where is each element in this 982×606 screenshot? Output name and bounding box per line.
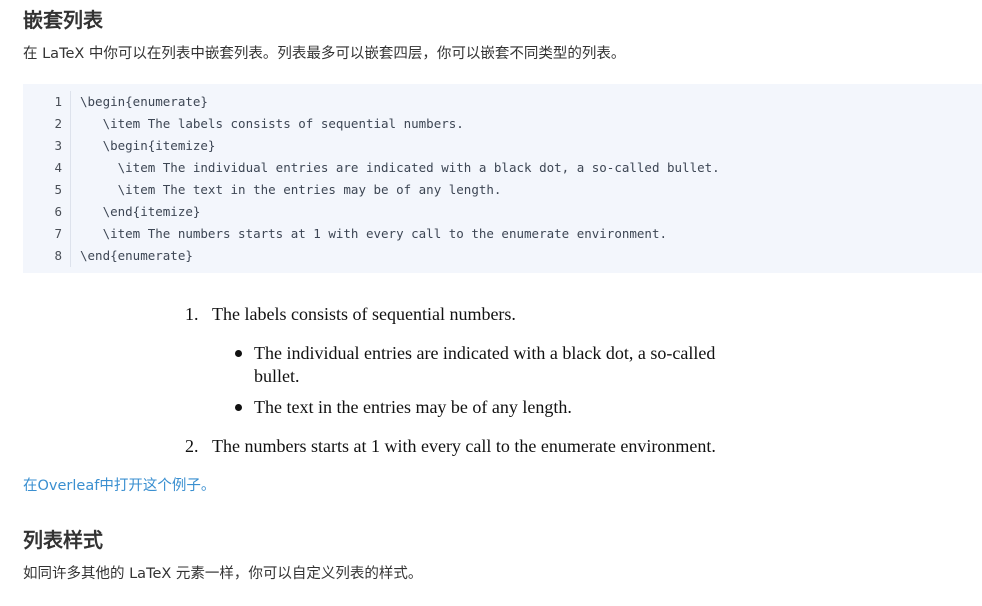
section-heading-nested-lists: 嵌套列表 [23,8,103,32]
itemize-item-1-line-2: bullet. [254,366,300,386]
code-text: \item The numbers starts at 1 with every… [80,226,667,241]
code-text: \begin{itemize} [80,138,216,153]
code-text: \end{itemize} [80,204,201,219]
enumerate-marker-2: 2. [185,436,199,456]
line-number: 2 [54,116,62,131]
open-in-overleaf-link[interactable]: 在Overleaf中打开这个例子。 [23,476,215,496]
enumerate-item-1: The labels consists of sequential number… [212,304,516,324]
line-number: 5 [54,182,62,197]
bullet-icon [235,350,242,357]
enumerate-marker-1: 1. [185,304,199,324]
section-intro-nested-lists: 在 LaTeX 中你可以在列表中嵌套列表。列表最多可以嵌套四层，你可以嵌套不同类… [23,46,626,62]
itemize-item-1-line-1: The individual entries are indicated wit… [254,343,716,363]
code-text: \begin{enumerate} [80,94,208,109]
line-number: 8 [54,248,62,263]
code-text: \item The text in the entries may be of … [80,182,502,197]
line-number: 3 [54,138,62,153]
section-heading-list-styles: 列表样式 [23,528,103,552]
bullet-icon [235,404,242,411]
line-number: 1 [54,94,62,109]
line-number: 7 [54,226,62,241]
code-block[interactable]: 1 \begin{enumerate} 2 \item The labels con… [23,84,982,273]
itemize-item-2: The text in the entries may be of any le… [254,397,572,417]
code-text: \item The labels consists of sequential … [80,116,464,131]
enumerate-item-2: The numbers starts at 1 with every call … [212,436,716,456]
code-text: \end{enumerate} [80,248,193,263]
code-text: \item The individual entries are indicat… [80,160,720,175]
line-number: 4 [54,160,62,175]
line-number: 6 [54,204,62,219]
section-intro-list-styles: 如同许多其他的 LaTeX 元素一样，你可以自定义列表的样式。 [23,566,423,582]
